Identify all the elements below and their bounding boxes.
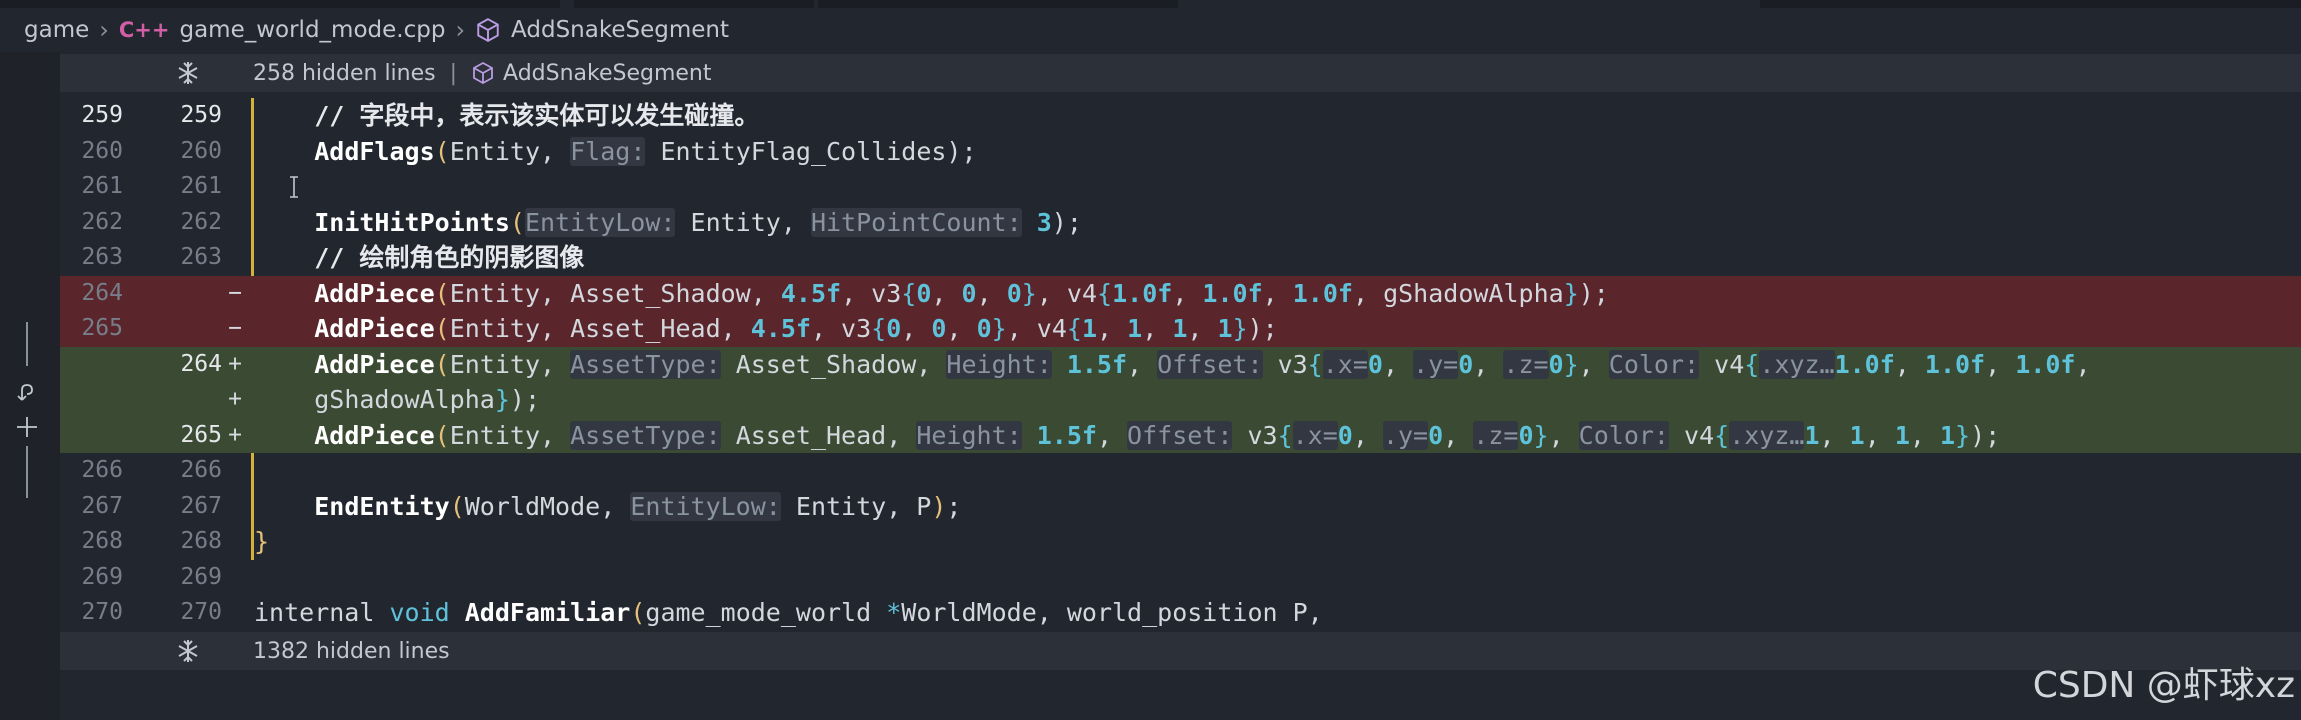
code-text: EndEntity(WorldMode, EntityLow: Entity, … [314,491,962,521]
line-number-new: 266 [180,457,222,483]
code-line[interactable]: 259 259 // 字段中，表示该实体可以发生碰撞。 [60,98,2301,134]
line-number-new: 260 [180,137,222,164]
code-text: internal void AddFamiliar(game_mode_worl… [254,598,1323,627]
code-line[interactable]: 261 261 [60,169,2301,205]
code-line[interactable]: 263 263 // 绘制角色的阴影图像 [60,240,2301,276]
line-number-new: 268 [180,528,222,554]
line-number-old: 270 [81,599,123,625]
tab-strip-segment [574,0,814,8]
expand-lines-icon[interactable] [175,638,201,664]
code-text: // 绘制角色的阴影图像 [314,243,585,272]
line-number-new: 269 [180,563,222,590]
line-number-old: 268 [81,528,123,554]
line-number-new: 259 [180,102,222,128]
line-number-new: 264 [180,350,222,377]
hidden-lines-count: 258 hidden lines [253,60,436,86]
scm-change-markers[interactable] [14,322,54,512]
code-line-deleted[interactable]: 265 − AddPiece(Entity, Asset_Head, 4.5f,… [60,311,2301,347]
breadcrumb-symbol[interactable]: AddSnakeSegment [511,17,729,43]
line-number-old: 264 [81,279,123,306]
line-number-old: 266 [81,457,123,483]
line-number-old: 263 [81,244,123,270]
code-line[interactable]: 260 260 AddFlags(Entity, Flag: EntityFla… [60,133,2301,169]
code-text: AddFlags(Entity, Flag: EntityFlag_Collid… [314,136,977,166]
divider: | [449,60,458,86]
fold-info: 258 hidden lines | AddSnakeSegment [253,61,712,86]
breadcrumb-folder[interactable]: game [24,17,89,43]
line-number-new: 265 [180,421,222,448]
breadcrumb-file[interactable]: game_world_mode.cpp [179,17,445,43]
tab-strip-segment [818,0,1178,8]
expand-lines-icon[interactable] [175,60,201,86]
line-number-old: 262 [81,208,123,235]
watermark: CSDN @虾球xz [2032,665,2295,706]
plus-icon[interactable] [14,414,40,440]
modified-indicator [251,169,254,205]
fold-region-top[interactable]: 258 hidden lines | AddSnakeSegment [60,54,2301,92]
code-line-deleted[interactable]: 264 − AddPiece(Entity, Asset_Shadow, 4.5… [60,275,2301,311]
code-text: } [254,527,270,556]
line-number-new: 261 [180,173,222,199]
change-indicator [26,322,28,366]
code-text: // 字段中，表示该实体可以发生碰撞。 [314,101,760,130]
chevron-right-icon: › [455,16,466,44]
addition-marker: + [228,350,242,377]
code-line[interactable]: 268 268 } [60,524,2301,560]
fold-info: 1382 hidden lines [253,639,450,664]
code-line[interactable]: 267 267 EndEntity(WorldMode, EntityLow: … [60,488,2301,524]
cpp-file-icon: C++ [118,18,170,42]
code-line-added[interactable]: 264 + AddPiece(Entity, AssetType: Asset_… [60,346,2301,382]
deletion-marker: − [228,315,242,341]
breadcrumb: game › C++ game_world_mode.cpp › AddSnak… [0,8,2301,52]
line-number-old: 259 [81,102,123,128]
chevron-right-icon: › [99,16,109,44]
code-text: AddPiece(Entity, AssetType: Asset_Shadow… [314,349,2091,379]
line-number-new: 267 [180,492,222,519]
code-text: AddPiece(Entity, AssetType: Asset_Head, … [314,420,2001,450]
code-text: AddPiece(Entity, Asset_Head, 4.5f, v3{0,… [314,314,1278,343]
line-number-old: 269 [81,563,123,590]
code-text: gShadowAlpha}); [314,385,541,414]
line-number-new: 270 [180,599,222,625]
line-number-old: 265 [81,315,123,341]
code-text: AddPiece(Entity, Asset_Shadow, 4.5f, v3{… [314,278,1609,308]
code-line-added[interactable]: + gShadowAlpha}); [60,382,2301,418]
modified-indicator [251,453,254,489]
fold-region-bottom[interactable]: 1382 hidden lines [60,632,2301,670]
addition-marker: + [228,421,242,448]
tab-strip [0,0,2301,8]
change-indicator [26,446,28,498]
symbol-method-icon [477,18,499,42]
hidden-lines-count: 1382 hidden lines [253,638,450,664]
diff-editor[interactable]: 259 259 // 字段中，表示该实体可以发生碰撞。 260 260 AddF… [60,98,2301,631]
fold-symbol[interactable]: AddSnakeSegment [503,61,711,86]
code-line[interactable]: 270 270 internal void AddFamiliar(game_m… [60,595,2301,631]
code-text: InitHitPoints(EntityLow: Entity, HitPoin… [314,207,1082,237]
tab-strip-segment [1760,0,2301,8]
tab-strip-segment [0,0,560,8]
diff-gutter [0,52,60,720]
text-cursor-icon [290,176,298,198]
symbol-method-icon [473,61,493,85]
code-line[interactable]: 262 262 InitHitPoints(EntityLow: Entity,… [60,204,2301,240]
code-line[interactable]: 269 269 [60,560,2301,596]
revert-icon[interactable] [14,380,40,406]
addition-marker: + [228,386,242,412]
line-number-old: 261 [81,173,123,199]
code-line[interactable]: 266 266 [60,453,2301,489]
line-number-new: 263 [180,244,222,270]
code-line-added[interactable]: 265 + AddPiece(Entity, AssetType: Asset_… [60,417,2301,453]
line-number-old: 267 [81,492,123,519]
line-number-old: 260 [81,137,123,164]
deletion-marker: − [228,279,242,306]
line-number-new: 262 [180,208,222,235]
